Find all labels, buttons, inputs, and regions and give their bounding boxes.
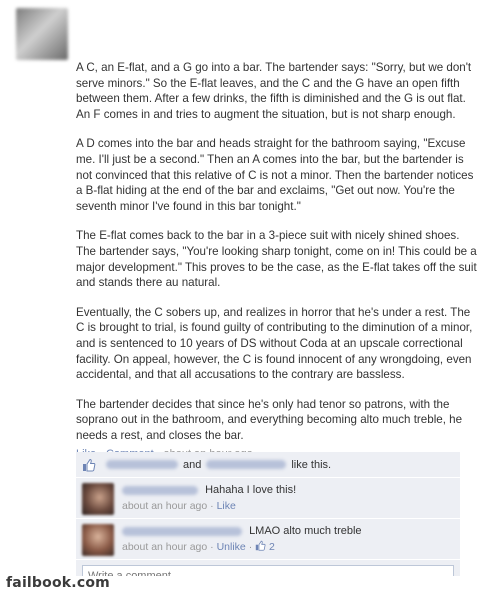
comment-text: LMAO alto much treble <box>249 525 362 537</box>
comment-like-count[interactable]: 2 <box>269 541 275 553</box>
comment-item: Hahaha I love this! about an hour ago · … <box>76 478 460 518</box>
post-paragraph-4: Eventually, the C sobers up, and realize… <box>76 305 473 382</box>
watermark: failbook.com <box>6 575 110 591</box>
likes-suffix: like this. <box>291 458 332 471</box>
comment-meta: about an hour ago · Like <box>122 499 296 513</box>
post-paragraph-2: A D comes into the bar and heads straigh… <box>76 137 474 213</box>
feedback-section: and like this. Hahaha I love this! about… <box>76 452 460 592</box>
separator: · <box>248 541 253 553</box>
comment-timestamp: about an hour ago <box>122 541 208 553</box>
likes-summary: and like this. <box>76 452 460 477</box>
separator: · <box>210 541 214 553</box>
thumbs-up-icon <box>255 540 266 551</box>
blurred-commenter-name[interactable] <box>122 485 198 495</box>
commenter-avatar[interactable] <box>82 483 114 515</box>
thumbs-up-icon <box>83 458 96 471</box>
post-paragraph-5: The bartender decides that since he's on… <box>76 397 463 442</box>
post-paragraph-3: The E-flat comes back to the bar in a 3-… <box>76 229 477 290</box>
comment-item: LMAO alto much treble about an hour ago … <box>76 519 460 559</box>
post-body: A C, an E-flat, and a G go into a bar. T… <box>76 60 480 461</box>
blurred-liker-name[interactable] <box>106 460 178 469</box>
commenter-avatar[interactable] <box>82 524 114 556</box>
comment-timestamp: about an hour ago <box>122 500 208 512</box>
post-paragraph-1: A C, an E-flat, and a G go into a bar. T… <box>76 61 472 121</box>
poster-avatar[interactable] <box>16 8 68 60</box>
blurred-liker-name[interactable] <box>206 460 287 469</box>
likes-and-text: and <box>183 458 202 471</box>
comment-like-link[interactable]: Like <box>217 500 236 512</box>
comment-unlike-link[interactable]: Unlike <box>217 541 246 553</box>
comment-meta: about an hour ago · Unlike · 2 <box>122 540 362 554</box>
blurred-commenter-name[interactable] <box>122 526 242 536</box>
comment-text: Hahaha I love this! <box>205 484 297 496</box>
separator: · <box>210 500 214 512</box>
